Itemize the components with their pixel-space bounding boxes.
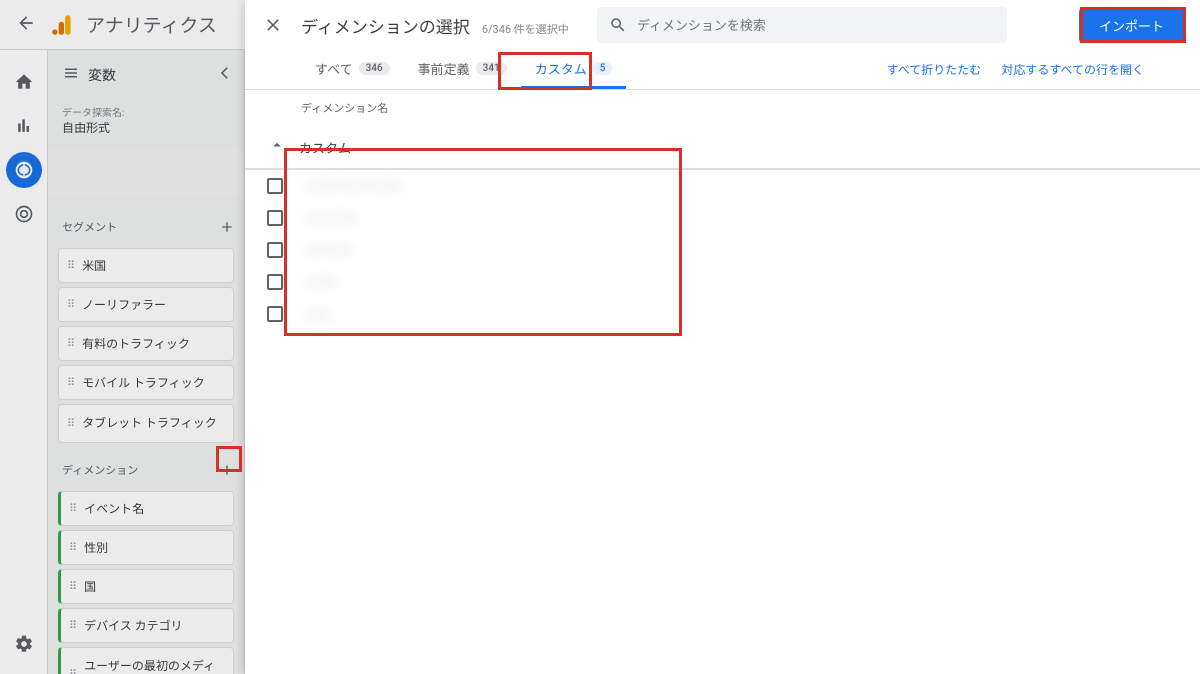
tab-custom[interactable]: カスタム 5 xyxy=(521,50,627,89)
search-input[interactable] xyxy=(637,18,995,33)
tabs-row: すべて 346 事前定義 341 カスタム 5 すべて折りたたむ 対応するすべて… xyxy=(245,50,1200,90)
tab-count: 5 xyxy=(593,62,613,75)
modal-subtitle: 6/346 件を選択中 xyxy=(482,21,569,37)
tab-count: 346 xyxy=(359,62,390,75)
item-label: xxxx xyxy=(305,307,331,322)
item-label: xxxxx xyxy=(305,275,337,290)
dimension-picker-modal: ディメンションの選択 6/346 件を選択中 インポート すべて 346 事前定… xyxy=(245,0,1200,674)
tab-predefined[interactable]: 事前定義 341 xyxy=(404,50,521,89)
tab-label: カスタム xyxy=(535,59,587,78)
checkbox[interactable] xyxy=(267,242,283,258)
checkbox[interactable] xyxy=(267,178,283,194)
expand-all-link[interactable]: 対応するすべての行を開く xyxy=(1001,61,1144,78)
collapse-all-link[interactable]: すべて折りたたむ xyxy=(887,61,982,78)
close-icon[interactable] xyxy=(261,13,285,37)
dimension-item-row[interactable]: xxxxx xxxx xxxxx xyxy=(245,170,1200,202)
checkbox[interactable] xyxy=(267,210,283,226)
item-label: xxxxx xxxx xxxxx xyxy=(305,179,402,194)
import-button[interactable]: インポート xyxy=(1079,8,1184,43)
modal-title: ディメンションの選択 xyxy=(301,13,470,38)
tab-all[interactable]: すべて 346 xyxy=(301,50,404,89)
dimension-item-row[interactable]: xxxxxxxx xyxy=(245,202,1200,234)
chevron-up-icon xyxy=(265,136,289,158)
group-row-custom[interactable]: カスタム xyxy=(245,126,1200,168)
item-label: xxxxxxxx xyxy=(305,211,357,226)
dimension-item-row[interactable]: xxx xxxx xyxy=(245,234,1200,266)
tab-label: すべて xyxy=(315,59,353,78)
column-header: ディメンション名 xyxy=(245,90,1200,126)
item-label: xxx xxxx xyxy=(305,243,353,258)
search-field[interactable] xyxy=(597,7,1007,43)
tab-count: 341 xyxy=(476,62,507,75)
tab-label: 事前定義 xyxy=(418,59,470,78)
dimension-item-row[interactable]: xxxxx xyxy=(245,266,1200,298)
dimension-item-row[interactable]: xxxx xyxy=(245,298,1200,330)
checkbox[interactable] xyxy=(267,306,283,322)
group-label: カスタム xyxy=(299,138,351,157)
checkbox[interactable] xyxy=(267,274,283,290)
modal-header: ディメンションの選択 6/346 件を選択中 インポート xyxy=(245,0,1200,50)
search-icon xyxy=(609,16,627,34)
